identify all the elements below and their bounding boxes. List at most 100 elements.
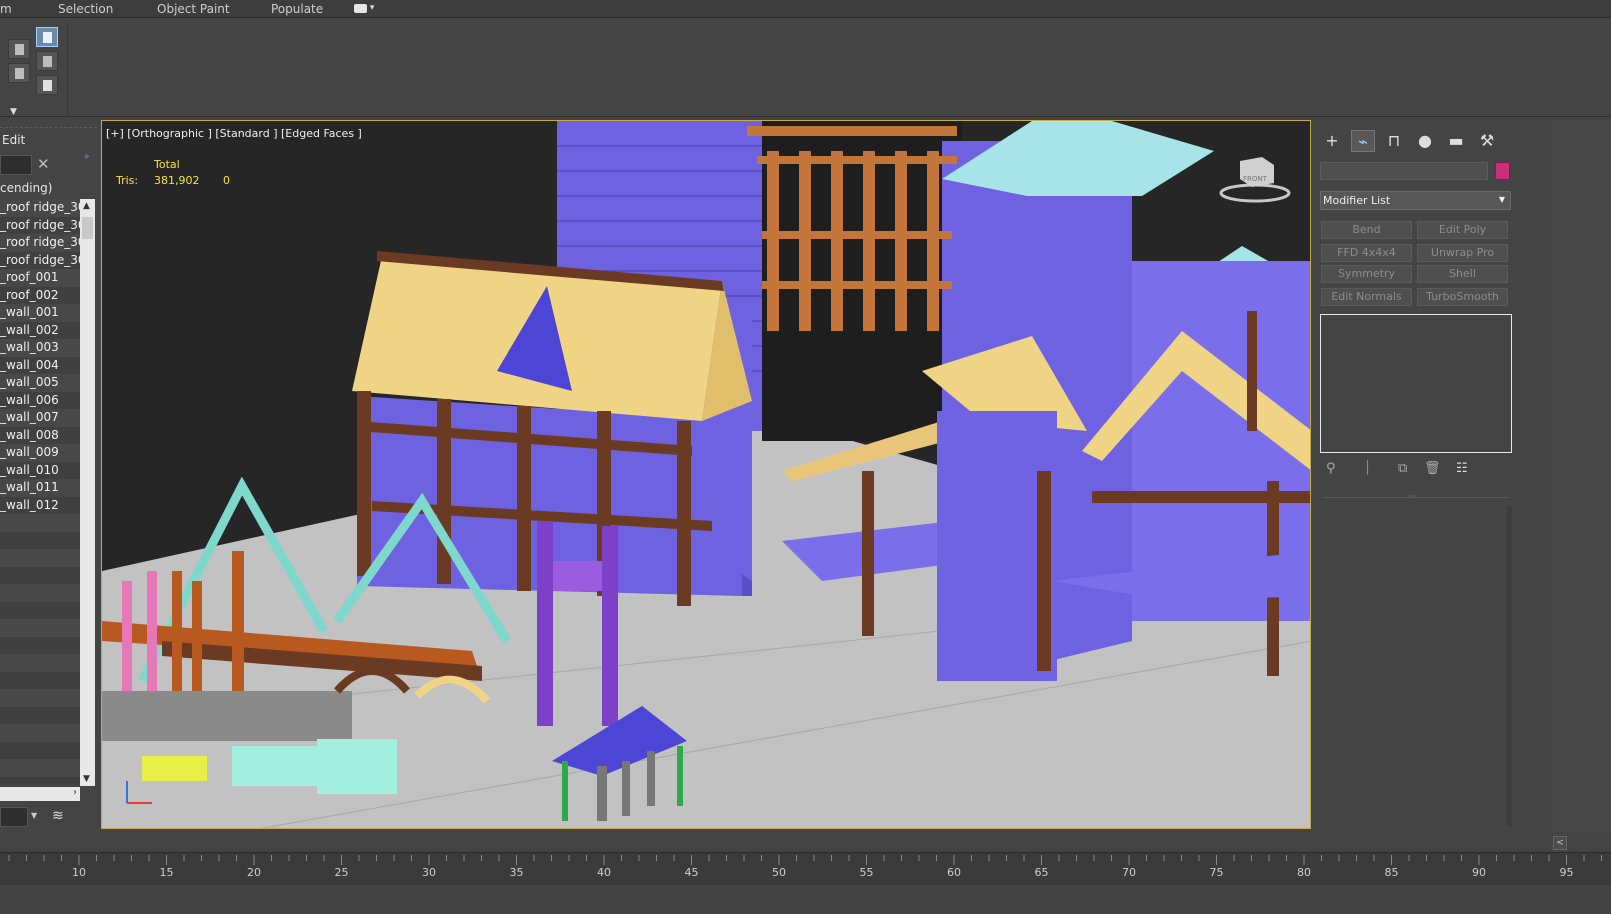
explorer-list-item[interactable]: _wall_006	[0, 391, 80, 409]
explorer-empty-row	[0, 601, 80, 619]
explorer-list-item[interactable]: _roof ridge_303	[0, 234, 80, 252]
timeline-ticks	[8, 855, 1602, 865]
delete-icon[interactable]: 🗑	[1424, 461, 1441, 476]
command-panel: + ⌁ ⊓ ● ▬ ⚒ Modifier List ▼ Bend Edit Po…	[1316, 120, 1552, 832]
explorer-scrollbar[interactable]: ▲ ▼	[80, 199, 95, 786]
modifier-stack[interactable]	[1320, 314, 1512, 453]
command-panel-tabs: + ⌁ ⊓ ● ▬ ⚒	[1320, 130, 1540, 154]
timeline-frame-label: 35	[509, 866, 524, 879]
scroll-down-icon[interactable]: ▼	[83, 774, 90, 784]
command-panel-scrollbar[interactable]	[1506, 506, 1512, 826]
ribbon-tab-object-paint[interactable]: Object Paint	[157, 2, 230, 16]
explorer-list-item[interactable]: _roof ridge_302	[0, 216, 80, 234]
perspective-viewport[interactable]: FRONT [+] [Orthographic ] [Standard ] [E…	[101, 120, 1311, 829]
ribbon-expand-icon[interactable]: ▼	[10, 107, 17, 117]
explorer-list-item[interactable]: _roof_001	[0, 269, 80, 287]
modifier-list-dropdown[interactable]: Modifier List ▼	[1320, 191, 1511, 210]
turbosmooth-button[interactable]: TurboSmooth	[1417, 288, 1508, 306]
motion-tab-icon[interactable]: ●	[1413, 130, 1437, 152]
ribbon-tab-populate[interactable]: Populate	[271, 2, 323, 16]
move-icon	[43, 56, 52, 67]
configure-sets-icon[interactable]: ☷	[1456, 461, 1468, 476]
explorer-list-item[interactable]: _wall_008	[0, 426, 80, 444]
explorer-list-item[interactable]: _wall_010	[0, 461, 80, 479]
explorer-empty-row	[0, 706, 80, 724]
explorer-horizontal-scrollbar[interactable]: ›	[0, 787, 80, 801]
timeline-frame-label: 10	[72, 866, 86, 879]
explorer-footer: ▼ ≋	[0, 805, 97, 831]
right-side-strip	[1552, 120, 1611, 832]
ribbon-tool-button-1[interactable]	[8, 39, 30, 59]
purple-arch-beam	[553, 561, 602, 591]
explorer-sort-header[interactable]: cending)	[0, 180, 80, 198]
hierarchy-tab-icon[interactable]: ⊓	[1382, 130, 1406, 152]
explorer-list-item[interactable]: _wall_001	[0, 304, 80, 322]
shell-button[interactable]: Shell	[1417, 265, 1508, 283]
explorer-list-item[interactable]: _roof ridge_301	[0, 199, 80, 217]
ribbon-tool-button-2[interactable]	[36, 27, 58, 47]
explorer-list-item[interactable]: _wall_009	[0, 444, 80, 462]
collapse-arrow-icon[interactable]: <	[1553, 836, 1567, 850]
timeline-frame-label: 40	[597, 866, 611, 879]
viewcube[interactable]: FRONT	[1219, 157, 1291, 203]
ffd-button[interactable]: FFD 4x4x4	[1321, 244, 1412, 262]
ribbon-options-dropdown[interactable]: ▾	[354, 3, 380, 15]
yellow-prop	[142, 756, 207, 781]
ribbon-tool-button-3[interactable]	[36, 51, 58, 71]
object-name-field[interactable]	[1320, 162, 1488, 180]
object-color-swatch[interactable]	[1495, 162, 1510, 180]
explorer-list-item[interactable]: _wall_002	[0, 321, 80, 339]
timeline-frame-label: 75	[1209, 866, 1224, 879]
scene-explorer: Edit ✕ » cending) _roof ridge_301_roof r…	[0, 127, 97, 832]
unwrap-pro-button[interactable]: Unwrap Pro	[1417, 244, 1508, 262]
layer-field[interactable]	[0, 807, 28, 827]
explorer-list-item[interactable]: _wall_005	[0, 374, 80, 392]
explorer-empty-row	[0, 741, 80, 759]
explorer-list-item[interactable]: _roof_002	[0, 286, 80, 304]
explorer-search-input[interactable]	[0, 155, 32, 175]
explorer-empty-row	[0, 531, 80, 549]
ribbon-tool-button-5[interactable]	[36, 75, 58, 95]
bend-button[interactable]: Bend	[1321, 221, 1412, 239]
utilities-tab-icon[interactable]: ⚒	[1475, 130, 1499, 152]
ribbon-tab-modeling[interactable]: m	[0, 2, 12, 16]
explorer-list-item[interactable]: _roof ridge_304	[0, 251, 80, 269]
layers-icon[interactable]: ≋	[52, 808, 64, 824]
display-tab-icon[interactable]: ▬	[1444, 130, 1468, 152]
viewport-label[interactable]: [+] [Orthographic ] [Standard ] [Edged F…	[106, 127, 362, 140]
explorer-list-item[interactable]: _wall_003	[0, 339, 80, 357]
pin-icon[interactable]: ⚲	[1326, 461, 1336, 476]
box-icon	[15, 44, 24, 55]
symmetry-button[interactable]: Symmetry	[1321, 265, 1412, 283]
timeline-frame-label: 65	[1034, 866, 1049, 879]
scrollbar-thumb[interactable]	[82, 217, 93, 239]
explorer-list-item[interactable]: _wall_007	[0, 409, 80, 427]
scroll-up-icon[interactable]: ▲	[83, 201, 90, 211]
time-slider-track[interactable]: 10 15 20 25 30 35 40 45 50 55 60 65 70 75 80 85 90 95	[0, 852, 1611, 914]
stats-total-label: Total	[154, 158, 180, 171]
chevron-down-icon[interactable]: ▼	[31, 811, 37, 820]
explorer-list-item[interactable]: _wall_004	[0, 356, 80, 374]
modify-tab-icon[interactable]: ⌁	[1351, 130, 1375, 152]
expand-arrows-icon[interactable]: »	[84, 152, 90, 162]
edit-normals-button[interactable]: Edit Normals	[1321, 288, 1412, 306]
explorer-list-item[interactable]: _wall_012	[0, 496, 80, 514]
make-unique-icon[interactable]: ⧉	[1398, 461, 1407, 476]
layer-icon	[15, 68, 24, 79]
show-end-result-icon[interactable]: ⏐	[1364, 461, 1371, 476]
timeline-frame-label: 15	[159, 866, 174, 879]
explorer-list-item[interactable]: _wall_011	[0, 479, 80, 497]
explorer-empty-row	[0, 549, 80, 567]
close-icon[interactable]: ✕	[37, 155, 50, 173]
create-tab-icon[interactable]: +	[1320, 130, 1344, 152]
ribbon-tool-button-4[interactable]	[8, 63, 30, 83]
stats-tris-label: Tris:	[116, 174, 139, 187]
edit-poly-button[interactable]: Edit Poly	[1417, 221, 1508, 239]
explorer-edit-menu[interactable]: Edit	[2, 133, 25, 147]
explorer-empty-row	[0, 689, 80, 707]
scroll-right-icon[interactable]: ›	[73, 787, 77, 798]
modifier-stack-tools: ⚲ ⏐ ⧉ 🗑 ☷	[1320, 461, 1510, 479]
ribbon-tab-selection[interactable]: Selection	[58, 2, 113, 16]
panel-divider	[1324, 497, 1508, 498]
viewport-scene: FRONT	[102, 121, 1310, 828]
